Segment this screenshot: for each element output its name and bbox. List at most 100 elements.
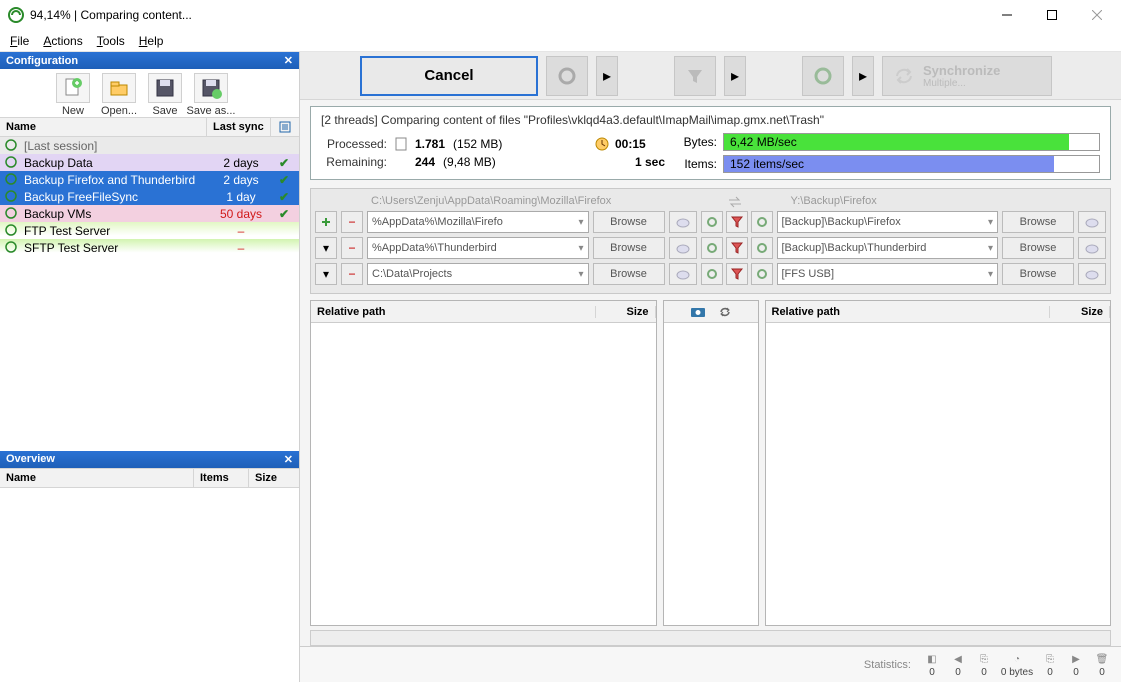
- close-button[interactable]: [1074, 0, 1119, 30]
- col-size-left[interactable]: Size: [596, 306, 656, 318]
- right-file-grid[interactable]: Relative pathSize: [765, 300, 1112, 626]
- swap-sides-button[interactable]: [687, 193, 783, 211]
- browse-left-button[interactable]: Browse: [593, 237, 665, 259]
- stat-cell: ◀0: [945, 651, 971, 678]
- menu-file[interactable]: File: [4, 32, 35, 50]
- right-path-combo[interactable]: [FFS USB]: [777, 263, 999, 285]
- pair-dropdown-button[interactable]: ▾: [315, 237, 337, 259]
- filter-button[interactable]: [674, 56, 716, 96]
- browse-right-button[interactable]: Browse: [1002, 237, 1074, 259]
- right-path-combo[interactable]: [Backup]\Backup\Thunderbird: [777, 237, 999, 259]
- pair-compare-button[interactable]: [701, 211, 723, 233]
- stat-value: 0: [945, 667, 971, 678]
- col-relpath-right[interactable]: Relative path: [766, 306, 1051, 318]
- col-settings-icon[interactable]: [271, 118, 299, 136]
- folder-pair-row: − %AppData%\Mozilla\Firefo Browse [Backu…: [315, 211, 1106, 233]
- items-label: Items:: [679, 157, 717, 171]
- cloud-left-button[interactable]: [669, 263, 697, 285]
- pair-filter-button[interactable]: [726, 263, 748, 285]
- sync-icon: [4, 207, 20, 221]
- left-file-grid[interactable]: Relative pathSize: [310, 300, 657, 626]
- refresh-icon[interactable]: [718, 305, 732, 319]
- col-size-right[interactable]: Size: [1050, 306, 1110, 318]
- camera-icon[interactable]: [690, 306, 706, 318]
- pair-compare-button[interactable]: [701, 237, 723, 259]
- browse-left-button[interactable]: Browse: [593, 263, 665, 285]
- overview-body: [0, 488, 299, 682]
- pair-sync-button[interactable]: [751, 263, 773, 285]
- pair-filter-button[interactable]: [726, 237, 748, 259]
- overview-grid-header: Name Items Size: [0, 468, 299, 488]
- config-row[interactable]: Backup VMs 50 days ✔: [0, 205, 299, 222]
- cloud-left-button[interactable]: [669, 237, 697, 259]
- pair-dropdown-button[interactable]: ▾: [315, 263, 337, 285]
- pair-compare-button[interactable]: [701, 263, 723, 285]
- cloud-left-button[interactable]: [669, 211, 697, 233]
- left-path-combo[interactable]: C:\Data\Projects: [367, 263, 589, 285]
- browse-right-button[interactable]: Browse: [1002, 263, 1074, 285]
- overview-title: Overview: [6, 453, 55, 465]
- middle-action-grid[interactable]: [663, 300, 759, 626]
- col-last-sync[interactable]: Last sync: [207, 118, 271, 136]
- cloud-right-button[interactable]: [1078, 211, 1106, 233]
- synchronize-button[interactable]: Synchronize Multiple...: [882, 56, 1052, 96]
- remove-pair-button[interactable]: −: [341, 263, 363, 285]
- stat-icon: ▶: [1063, 651, 1089, 667]
- col-relpath-left[interactable]: Relative path: [311, 306, 596, 318]
- cloud-right-button[interactable]: [1078, 237, 1106, 259]
- stat-icon: ⎘: [971, 651, 997, 667]
- left-root-path: C:\Users\Zenju\AppData\Roaming\Mozilla\F…: [315, 193, 687, 211]
- cancel-button[interactable]: Cancel: [360, 56, 538, 96]
- right-path-combo[interactable]: [Backup]\Backup\Firefox: [777, 211, 999, 233]
- folder-pair-row: ▾ − %AppData%\Thunderbird Browse [Backup…: [315, 237, 1106, 259]
- config-panel-close[interactable]: ✕: [284, 54, 293, 67]
- browse-left-button[interactable]: Browse: [593, 211, 665, 233]
- col-name[interactable]: Name: [0, 118, 207, 136]
- config-row[interactable]: Backup Firefox and Thunderbird 2 days ✔: [0, 171, 299, 188]
- config-row[interactable]: SFTP Test Server –: [0, 239, 299, 256]
- processed-label: Processed:: [321, 137, 387, 151]
- config-row[interactable]: [Last session]: [0, 137, 299, 154]
- sync-icon: [893, 65, 915, 87]
- pair-filter-button[interactable]: [726, 211, 748, 233]
- pair-sync-button[interactable]: [751, 211, 773, 233]
- remove-pair-button[interactable]: −: [341, 211, 363, 233]
- pair-sync-button[interactable]: [751, 237, 773, 259]
- browse-right-button[interactable]: Browse: [1002, 211, 1074, 233]
- ov-col-size[interactable]: Size: [249, 469, 299, 487]
- left-path-combo[interactable]: %AppData%\Mozilla\Firefo: [367, 211, 589, 233]
- left-path-combo[interactable]: %AppData%\Thunderbird: [367, 237, 589, 259]
- last-sync: –: [209, 224, 273, 238]
- overview-close[interactable]: ✕: [284, 453, 293, 466]
- minimize-button[interactable]: [984, 0, 1029, 30]
- config-row[interactable]: Backup Data 2 days ✔: [0, 154, 299, 171]
- processed-size: (152 MB): [453, 137, 502, 151]
- menu-actions[interactable]: Actions: [37, 32, 88, 50]
- sync-settings-dropdown[interactable]: ▸: [852, 56, 874, 96]
- stat-value: 0: [1089, 667, 1115, 678]
- right-root-path: Y:\Backup\Firefox: [783, 193, 1107, 211]
- sync-icon: [4, 173, 20, 187]
- config-name: Backup Data: [24, 156, 209, 170]
- menu-tools[interactable]: Tools: [91, 32, 131, 50]
- saveas-button[interactable]: Save as...: [190, 73, 232, 117]
- save-button[interactable]: Save: [144, 73, 186, 117]
- config-row[interactable]: FTP Test Server –: [0, 222, 299, 239]
- compare-settings-button[interactable]: [546, 56, 588, 96]
- config-row[interactable]: Backup FreeFileSync 1 day ✔: [0, 188, 299, 205]
- add-pair-button[interactable]: [315, 211, 337, 233]
- file-icon: [395, 137, 407, 151]
- remove-pair-button[interactable]: −: [341, 237, 363, 259]
- open-button[interactable]: Open...: [98, 73, 140, 117]
- new-button[interactable]: New: [52, 73, 94, 117]
- maximize-button[interactable]: [1029, 0, 1074, 30]
- cloud-right-button[interactable]: [1078, 263, 1106, 285]
- compare-dropdown[interactable]: ▸: [596, 56, 618, 96]
- ov-col-items[interactable]: Items: [194, 469, 249, 487]
- sync-settings-button[interactable]: [802, 56, 844, 96]
- horizontal-scrollbar[interactable]: [310, 630, 1111, 646]
- stat-icon: ◧: [919, 651, 945, 667]
- ov-col-name[interactable]: Name: [0, 469, 194, 487]
- menu-help[interactable]: Help: [133, 32, 170, 50]
- filter-dropdown[interactable]: ▸: [724, 56, 746, 96]
